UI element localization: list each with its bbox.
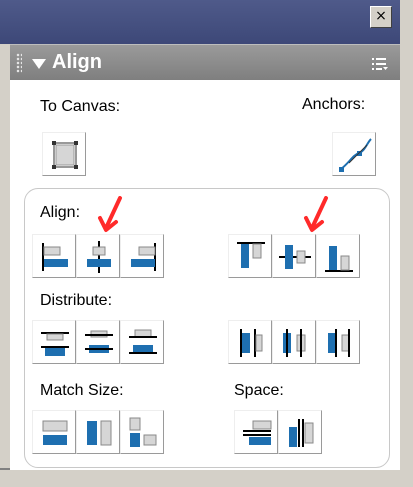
match-width-and-height-button[interactable] xyxy=(120,410,164,454)
panel-menu-icon[interactable] xyxy=(372,57,388,71)
distribute-top-icon xyxy=(41,332,69,356)
anchors-button[interactable] xyxy=(332,132,376,176)
panel-title: Align xyxy=(52,51,102,73)
distribute-horizontal-center-button[interactable] xyxy=(272,320,316,364)
drag-grip-icon[interactable] xyxy=(16,53,22,73)
distribute-bottom-button[interactable] xyxy=(120,320,164,364)
distribute-right-button[interactable] xyxy=(316,320,360,364)
align-vertical-center-icon xyxy=(279,245,311,269)
distribute-horizontal-center-icon xyxy=(283,329,306,357)
align-panel-window: × Align To Canvas: Anchors: Align: Distr… xyxy=(0,0,400,470)
space-evenly-vertical-icon xyxy=(243,420,272,445)
distribute-label: Distribute: xyxy=(40,292,113,309)
align-horizontal-center-icon xyxy=(87,241,111,273)
to-canvas-icon xyxy=(52,141,78,169)
distribute-left-button[interactable] xyxy=(228,320,272,364)
space-evenly-vertical-button[interactable] xyxy=(234,410,278,454)
distribute-top-button[interactable] xyxy=(32,320,76,364)
anchors-icon xyxy=(339,138,372,172)
distribute-left-icon xyxy=(240,329,263,357)
to-canvas-button[interactable] xyxy=(42,132,86,176)
match-width-button[interactable] xyxy=(32,410,76,454)
space-label: Space: xyxy=(234,382,284,399)
match-size-label: Match Size: xyxy=(40,382,124,399)
panel-content: To Canvas: Anchors: Align: Distribute: M… xyxy=(10,80,400,470)
align-horizontal-center-button[interactable] xyxy=(76,234,120,278)
close-icon: × xyxy=(375,8,387,24)
distribute-vertical-center-icon xyxy=(85,330,113,353)
align-right-icon xyxy=(131,243,156,271)
match-height-icon xyxy=(87,420,112,446)
match-width-icon xyxy=(42,420,68,445)
distribute-right-icon xyxy=(328,329,350,357)
window-titlebar[interactable]: × xyxy=(0,0,400,44)
align-label: Align: xyxy=(40,204,81,221)
align-left-button[interactable] xyxy=(32,234,76,278)
align-vertical-center-button[interactable] xyxy=(272,234,316,278)
align-bottom-button[interactable] xyxy=(316,234,360,278)
collapse-arrow-icon[interactable] xyxy=(32,59,46,69)
align-right-button[interactable] xyxy=(120,234,164,278)
panel-header[interactable]: Align xyxy=(10,44,400,81)
distribute-vertical-center-button[interactable] xyxy=(76,320,120,364)
align-bottom-icon xyxy=(325,246,353,272)
align-top-icon xyxy=(237,242,265,268)
align-left-icon xyxy=(42,243,68,271)
anchors-label: Anchors: xyxy=(302,96,366,113)
annotation-arrow-icon xyxy=(304,196,328,232)
annotation-arrow-icon xyxy=(98,196,122,232)
distribute-bottom-icon xyxy=(129,329,157,354)
space-evenly-horizontal-button[interactable] xyxy=(278,410,322,454)
align-top-button[interactable] xyxy=(228,234,272,278)
match-height-button[interactable] xyxy=(76,410,120,454)
to-canvas-label: To Canvas: xyxy=(40,98,121,115)
close-button[interactable]: × xyxy=(370,6,392,28)
match-width-and-height-icon xyxy=(129,417,157,447)
space-evenly-horizontal-icon xyxy=(289,419,314,447)
